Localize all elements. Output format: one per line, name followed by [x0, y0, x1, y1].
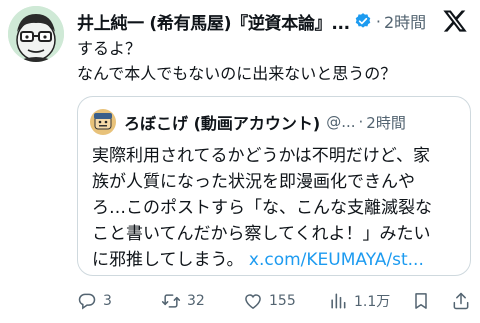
share-button[interactable] [451, 287, 471, 315]
quoted-author-avatar [90, 109, 116, 135]
post-text-line: なんで本人でもないのに出来ないと思うの？ [77, 64, 397, 83]
verified-badge-icon [354, 12, 372, 30]
quoted-post-time: 2時間 [366, 113, 406, 132]
author-avatar[interactable] [8, 6, 64, 62]
bookmark-icon [411, 291, 431, 311]
quoted-post-card[interactable]: ろぼこげ (動画アカウント) @... · 2時間 実際利用されてるかどうかは不… [77, 96, 471, 276]
post-time[interactable]: 2時間 [384, 9, 426, 33]
reply-count: 3 [103, 293, 112, 309]
views-count: 1.1万 [354, 294, 391, 310]
bookmark-button[interactable] [411, 287, 431, 315]
quoted-text-tail: に邪推してしまう。 [92, 250, 244, 270]
quoted-text-line: 族が人質になった状況を即漫画化できんや [92, 172, 415, 192]
quoted-post-text: 実際利用されてるかどうかは不明だけど、家 族が人質になった状況を即漫画化できんや… [92, 143, 462, 273]
views-button[interactable]: 1.1万 [328, 287, 390, 315]
post-text-line: するよ？ [77, 39, 142, 58]
quoted-post-link[interactable]: x.com/KEUMAYA/st... [249, 250, 424, 270]
like-icon [243, 291, 263, 311]
x-logo-icon[interactable] [442, 8, 468, 34]
quoted-text-line: ろ…このポストすら「な、こんな支離滅裂な [92, 198, 432, 218]
reply-icon [77, 291, 97, 311]
like-button[interactable]: 155 [243, 287, 296, 315]
author-name[interactable]: 井上純一 (希有馬屋)『逆資本論』... [77, 9, 350, 34]
quoted-text-line: に邪推してしまう。 x.com/KEUMAYA/st... [92, 247, 462, 273]
quoted-text-line: こと書いてんだから察してくれよ！」みたい [92, 224, 431, 244]
separator-dot: · [358, 113, 364, 131]
action-bar: 3 32 155 1.1万 [77, 287, 472, 315]
views-icon [328, 291, 348, 311]
repost-icon [161, 291, 181, 311]
quoted-text-line: 実際利用されてるかどうかは不明だけど、家 [92, 146, 430, 166]
separator-dot: · [375, 11, 381, 31]
like-count: 155 [269, 293, 296, 309]
post-header: 井上純一 (希有馬屋)『逆資本論』... · 2時間 [77, 8, 437, 34]
repost-button[interactable]: 32 [161, 287, 205, 315]
reply-button[interactable]: 3 [77, 287, 112, 315]
post-text: するよ？ なんで本人でもないのに出来ないと思うの？ [77, 36, 467, 86]
repost-count: 32 [187, 293, 205, 309]
quoted-post-header: ろぼこげ (動画アカウント) @... · 2時間 [90, 109, 458, 135]
quoted-author-name: ろぼこげ (動画アカウント) [124, 114, 321, 133]
quoted-author-handle: @... [326, 113, 356, 131]
share-icon [451, 291, 471, 311]
